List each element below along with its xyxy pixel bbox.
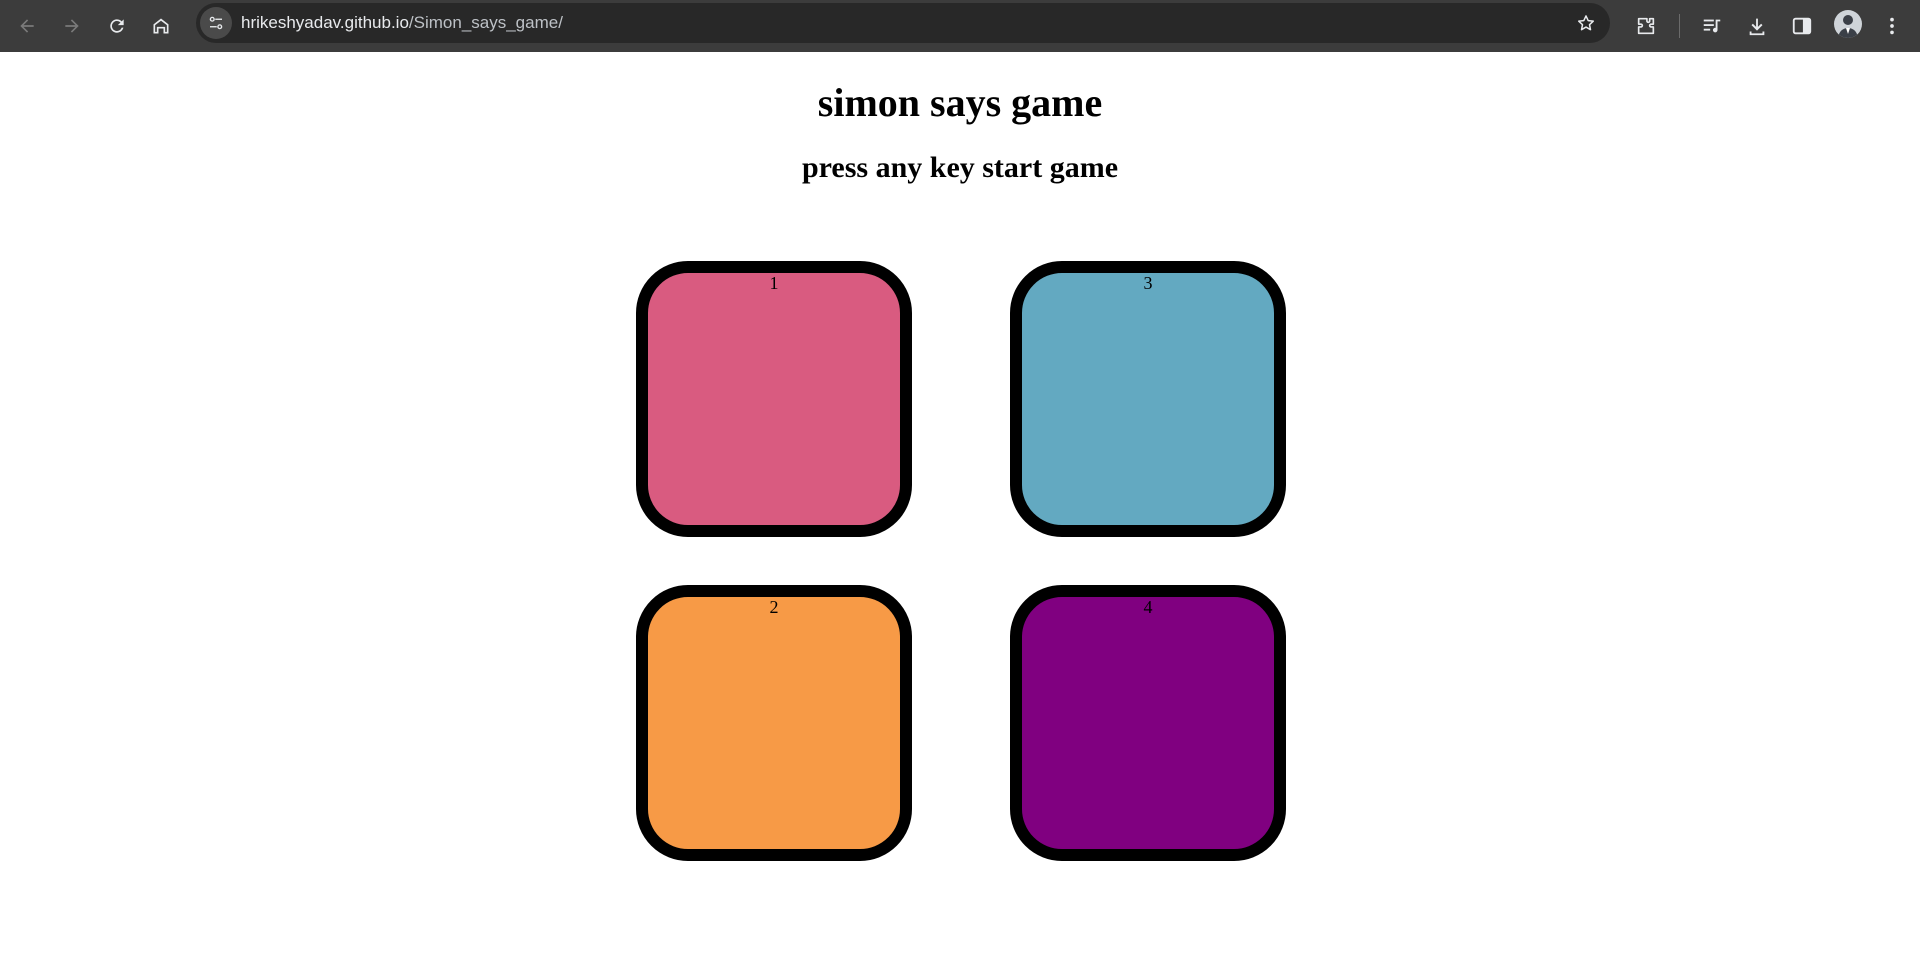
game-button-3[interactable]: 3 (1010, 261, 1286, 537)
home-button[interactable] (143, 8, 179, 44)
browser-toolbar: hrikeshyadav.github.io/Simon_says_game/ (0, 0, 1920, 52)
reload-button[interactable] (99, 8, 135, 44)
address-bar[interactable]: hrikeshyadav.github.io/Simon_says_game/ (196, 3, 1610, 43)
page-content: simon says game press any key start game… (0, 52, 1920, 973)
side-panel-icon (1792, 17, 1812, 35)
site-info-icon (209, 16, 223, 30)
home-icon (153, 18, 169, 34)
profile-avatar[interactable] (1834, 10, 1862, 38)
game-button-label: 3 (1143, 273, 1153, 293)
game-title: simon says game (817, 80, 1103, 125)
game-status: press any key start game (801, 151, 1119, 184)
game-button-label: 1 (769, 273, 779, 293)
back-arrow-icon (20, 19, 34, 33)
puzzle-icon (1637, 17, 1655, 35)
media-button[interactable] (1694, 8, 1730, 44)
url-text: hrikeshyadav.github.io/Simon_says_game/ (241, 13, 563, 33)
back-button[interactable] (9, 8, 45, 44)
side-panel-button[interactable] (1784, 8, 1820, 44)
extensions-button[interactable] (1628, 8, 1664, 44)
game-button-4[interactable]: 4 (1010, 585, 1286, 861)
forward-button[interactable] (54, 8, 90, 44)
download-icon (1749, 18, 1765, 36)
game-button-label: 4 (1143, 597, 1153, 617)
bookmark-button[interactable] (1574, 11, 1598, 35)
kebab-menu-icon (1890, 17, 1894, 35)
url-path: /Simon_says_game/ (408, 13, 563, 32)
game-button-1[interactable]: 1 (636, 261, 912, 537)
media-queue-icon (1703, 19, 1721, 33)
toolbar-divider (1679, 14, 1680, 38)
forward-arrow-icon (65, 19, 79, 33)
star-icon (1578, 15, 1594, 31)
browser-menu-button[interactable] (1874, 8, 1910, 44)
downloads-button[interactable] (1739, 8, 1775, 44)
game-button-label: 2 (769, 597, 779, 617)
game-button-2[interactable]: 2 (636, 585, 912, 861)
site-info-button[interactable] (200, 7, 232, 39)
url-host: hrikeshyadav.github.io (241, 13, 409, 32)
profile-icon (1838, 15, 1858, 38)
reload-icon (110, 19, 124, 33)
